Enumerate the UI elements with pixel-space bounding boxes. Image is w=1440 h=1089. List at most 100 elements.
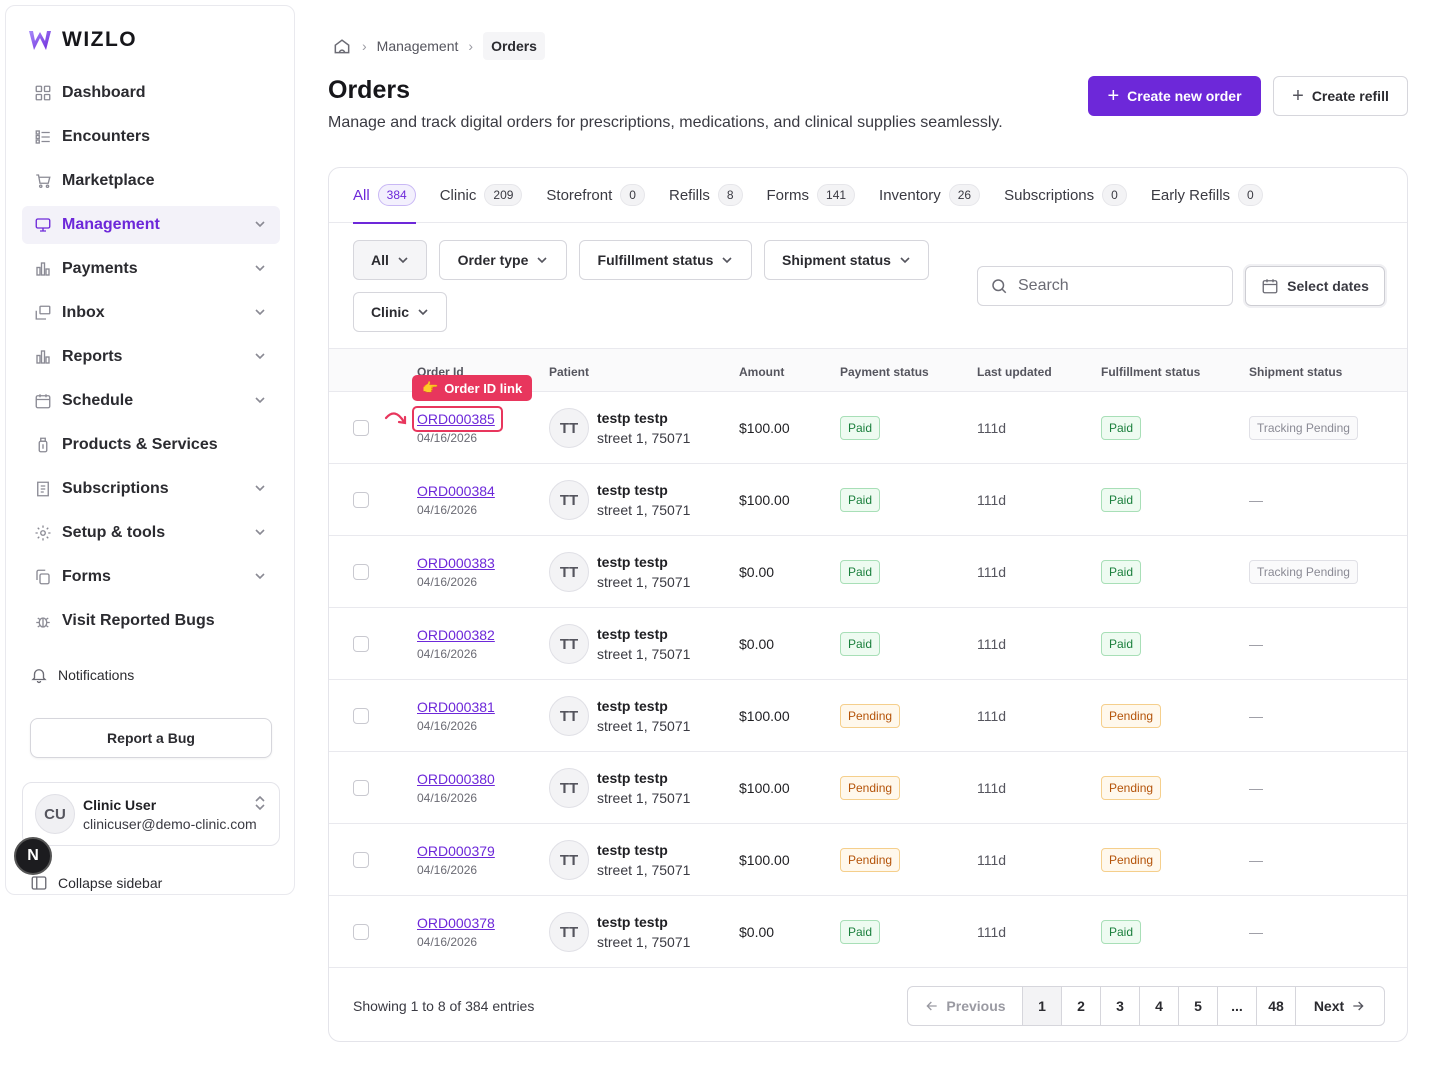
chevron-down-icon [254,305,266,323]
order-id-link[interactable]: ORD000381 [417,699,495,715]
sidebar-item-payments[interactable]: Payments [22,250,280,288]
sidebar-item-marketplace[interactable]: Marketplace [22,162,280,200]
sidebar-item-dashboard[interactable]: Dashboard [22,74,280,112]
table-row[interactable]: ORD000379 04/16/2026 TT testp testp street 1… [329,824,1407,896]
report-bug-button[interactable]: Report a Bug [30,718,272,758]
collapse-sidebar-label: Collapse sidebar [58,875,163,891]
sidebar-item-encounters[interactable]: Encounters [22,118,280,156]
brand-logo[interactable]: WIZLO [26,26,137,54]
row-checkbox[interactable] [353,780,369,796]
row-checkbox[interactable] [353,492,369,508]
sidebar-item-management[interactable]: Management [22,206,280,244]
tab-forms[interactable]: Forms 141 [767,168,856,223]
breadcrumb-management[interactable]: Management [377,38,459,54]
annotation-highlight-box [412,406,503,432]
tab-label: Clinic [439,186,477,204]
table-row[interactable]: ORD000378 04/16/2026 TT testp testp street 1… [329,896,1407,968]
order-date: 04/16/2026 [417,791,478,805]
sidebar-item-label: Marketplace [62,172,155,189]
sidebar-item-visit-reported-bugs[interactable]: Visit Reported Bugs [22,602,280,640]
annotation-tooltip: 👉 Order ID link [412,375,533,401]
tab-storefront[interactable]: Storefront 0 [546,168,645,223]
sidebar-item-forms[interactable]: Forms [22,558,280,596]
order-id-link[interactable]: ORD000382 [417,627,495,643]
page-button[interactable]: 4 [1140,987,1179,1025]
create-refill-button[interactable]: + Create refill [1273,76,1408,116]
row-checkbox[interactable] [353,708,369,724]
order-id-link[interactable]: ORD000383 [417,555,495,571]
header-shipment-status[interactable]: Shipment status [1249,365,1342,379]
table-row[interactable]: ORD000384 04/16/2026 TT testp testp street 1… [329,464,1407,536]
page-button[interactable]: 3 [1101,987,1140,1025]
clinic-dropdown[interactable]: Clinic [353,292,447,332]
next-page-button[interactable]: Next [1296,987,1384,1025]
payment-status-badge: Pending [840,776,901,800]
patient-address: street 1, 75071 [597,862,691,878]
user-menu[interactable]: CU Clinic User clinicuser@demo-clinic.co… [22,782,280,846]
sidebar-item-schedule[interactable]: Schedule [22,382,280,420]
payment-status-badge: Pending [840,704,901,728]
tab-inventory[interactable]: Inventory 26 [879,168,981,223]
n-badge[interactable]: N [14,837,52,875]
table-row[interactable]: ORD000381 04/16/2026 TT testp testp street 1… [329,680,1407,752]
notifications-link[interactable]: Notifications [30,666,134,684]
fulfillment-status-dropdown[interactable]: Fulfillment status [579,240,752,280]
page-button[interactable]: 1 [1023,987,1062,1025]
order-amount: $100.00 [739,852,790,868]
select-dates-label: Select dates [1287,278,1369,294]
header-amount[interactable]: Amount [739,365,784,379]
sidebar-item-label: Visit Reported Bugs [62,612,215,629]
bar-chart-icon [34,348,52,366]
tab-refills[interactable]: Refills 8 [669,168,743,223]
sidebar-item-products-services[interactable]: Products & Services [22,426,280,464]
order-id-link[interactable]: ORD000379 [417,843,495,859]
tab-subscriptions[interactable]: Subscriptions 0 [1004,168,1127,223]
row-checkbox[interactable] [353,420,369,436]
table-footer: Showing 1 to 8 of 384 entries Previous 1 2… [329,968,1407,1041]
table-row[interactable]: ORD000383 04/16/2026 TT testp testp street 1… [329,536,1407,608]
collapse-sidebar-button[interactable]: Collapse sidebar [30,874,162,892]
sidebar-item-label: Products & Services [62,436,218,453]
create-new-order-button[interactable]: + Create new order [1088,76,1261,116]
sidebar-item-setup-tools[interactable]: Setup & tools [22,514,280,552]
order-type-dropdown[interactable]: Order type [439,240,567,280]
all-filter-label: All [371,252,389,268]
header-fulfillment-status[interactable]: Fulfillment status [1101,365,1200,379]
search-input[interactable] [1018,277,1218,295]
page-button[interactable]: 5 [1179,987,1218,1025]
sidebar-item-inbox[interactable]: Inbox [22,294,280,332]
previous-page-button[interactable]: Previous [908,987,1023,1025]
home-icon[interactable] [332,36,352,56]
cart-icon [34,172,52,190]
row-checkbox[interactable] [353,636,369,652]
sidebar-item-label: Forms [62,568,111,585]
row-checkbox[interactable] [353,564,369,580]
page-button[interactable]: 2 [1062,987,1101,1025]
order-amount: $0.00 [739,564,775,580]
tab-early-refills[interactable]: Early Refills 0 [1151,168,1263,223]
select-dates-button[interactable]: Select dates [1245,266,1385,306]
sidebar-item-subscriptions[interactable]: Subscriptions [22,470,280,508]
tab-clinic[interactable]: Clinic 209 [440,168,523,223]
pointing-hand-icon: 👉 [422,380,439,395]
tab-all[interactable]: All 384 [353,168,416,224]
shipment-status-dropdown[interactable]: Shipment status [764,240,929,280]
table-row[interactable]: ORD000382 04/16/2026 TT testp testp street 1… [329,608,1407,680]
page-button[interactable]: ... [1218,987,1257,1025]
order-id-link[interactable]: ORD000380 [417,771,495,787]
row-checkbox[interactable] [353,852,369,868]
fulfillment-status-badge: Paid [1101,632,1142,656]
row-checkbox[interactable] [353,924,369,940]
table-row[interactable]: ORD000380 04/16/2026 TT testp testp street 1… [329,752,1407,824]
tab-count-badge: 0 [1238,184,1263,206]
order-id-link[interactable]: ORD000378 [417,915,495,931]
tab-count-badge: 384 [377,184,416,206]
header-last-updated[interactable]: Last updated [977,365,1052,379]
sidebar-item-reports[interactable]: Reports [22,338,280,376]
header-patient[interactable]: Patient [549,365,589,379]
search-box [977,266,1233,306]
header-payment-status[interactable]: Payment status [840,365,929,379]
order-id-link[interactable]: ORD000384 [417,483,495,499]
page-button[interactable]: 48 [1257,987,1296,1025]
all-filter-dropdown[interactable]: All [353,240,427,280]
